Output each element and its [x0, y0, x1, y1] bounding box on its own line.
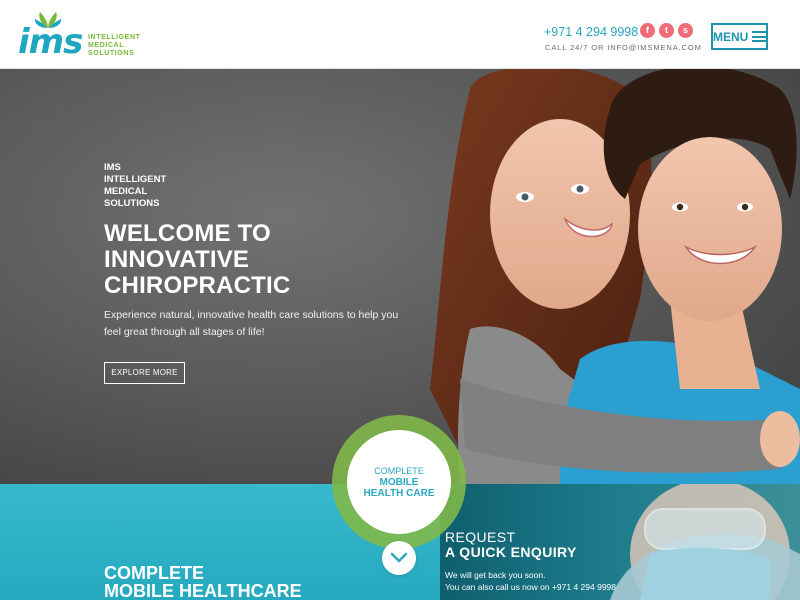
enquiry-message: We will get back you soon. You can also …: [445, 569, 616, 593]
mobile-healthcare-title: COMPLETE MOBILE HEALTHCARE: [104, 564, 302, 600]
hero-title: WELCOME TO INNOVATIVE CHIROPRACTIC: [104, 221, 290, 299]
mobile-title-line: COMPLETE: [104, 563, 205, 583]
logo-wordmark: ims: [18, 22, 83, 62]
social-links: f t s: [640, 23, 693, 38]
hero-tagline-line: MEDICAL: [104, 186, 148, 197]
logo-sub-line: SOLUTIONS: [88, 50, 135, 57]
contact-line: CALL 24/7 OR INFO@IMSMENA.COM: [545, 43, 702, 52]
mobile-health-care-badge[interactable]: COMPLETE MOBILE HEALTH CARE: [347, 430, 451, 534]
badge-line: COMPLETE: [374, 465, 424, 476]
mobile-title-line: MOBILE HEALTHCARE: [104, 581, 302, 600]
hero-tagline-line: SOLUTIONS: [104, 198, 160, 209]
explore-more-button[interactable]: EXPLORE MORE: [104, 362, 185, 384]
hamburger-icon: [752, 31, 767, 42]
skype-icon[interactable]: s: [678, 23, 693, 38]
logo-sub-line: INTELLIGENT: [88, 34, 141, 41]
logo-subtitle: INTELLIGENT MEDICAL SOLUTIONS: [88, 34, 141, 58]
hero-title-line: INNOVATIVE: [104, 246, 250, 273]
hero-title-line: CHIROPRACTIC: [104, 272, 291, 299]
badge-line: HEALTH CARE: [363, 487, 435, 499]
twitter-icon[interactable]: t: [659, 23, 674, 38]
hero-description: Experience natural, innovative health ca…: [104, 309, 399, 338]
hero-tagline: IMS INTELLIGENT MEDICAL SOLUTIONS: [104, 162, 166, 210]
menu-button[interactable]: MENU: [711, 23, 768, 50]
chevron-down-icon: [390, 552, 408, 563]
site-header: ims INTELLIGENT MEDICAL SOLUTIONS +971 4…: [0, 0, 800, 69]
hero-tagline-line: IMS: [104, 162, 121, 173]
ims-logo[interactable]: ims INTELLIGENT MEDICAL SOLUTIONS: [18, 10, 148, 62]
logo-sub-line: MEDICAL: [88, 42, 125, 49]
request-heading: REQUEST: [445, 529, 516, 545]
header-phone[interactable]: +971 4 294 9998: [544, 25, 638, 39]
menu-label: MENU: [713, 29, 749, 44]
hero-title-line: WELCOME TO: [104, 220, 271, 247]
facebook-icon[interactable]: f: [640, 23, 655, 38]
quick-enquiry-heading: A QUICK ENQUIRY: [445, 544, 577, 560]
enquiry-message-line: We will get back you soon.: [445, 570, 546, 580]
badge-line: MOBILE: [379, 476, 419, 488]
hero-tagline-line: INTELLIGENT: [104, 174, 167, 185]
scroll-down-button[interactable]: [382, 541, 416, 575]
enquiry-message-line: You can also call us now on +971 4 294 9…: [445, 582, 617, 592]
